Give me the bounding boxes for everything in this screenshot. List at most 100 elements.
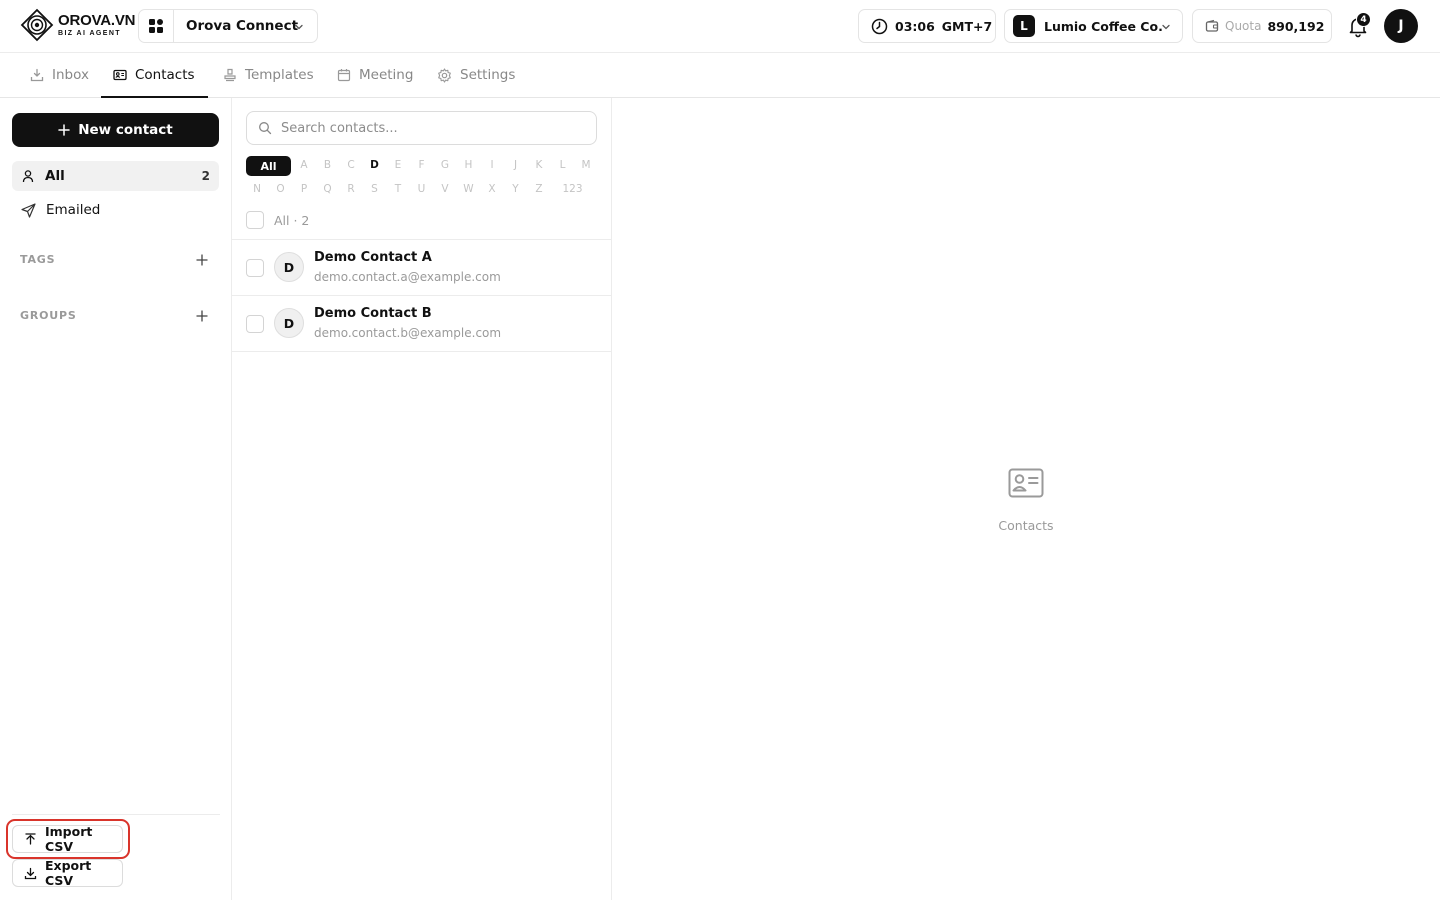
contact-card-icon [113,68,127,82]
search-input[interactable] [281,120,581,136]
alphabet-filter-n[interactable]: N [246,183,268,195]
contact-card-icon [1008,468,1044,498]
alphabet-filter-t[interactable]: T [387,183,409,195]
alphabet-filter-s[interactable]: S [364,183,386,195]
clock-time: 03:06 [895,18,935,34]
sidebar-item-emailed[interactable]: Emailed [12,195,219,225]
alphabet-filter-l[interactable]: L [552,159,574,171]
sidebar-item-all[interactable]: All 2 [12,161,219,191]
quota-display[interactable]: Quota 890,192 [1192,9,1332,43]
tab-label: Meeting [359,67,414,83]
alphabet-filter-m[interactable]: M [575,159,597,171]
new-contact-label: New contact [78,122,173,138]
tab-label: Templates [245,67,314,83]
export-csv-button[interactable]: Export CSV [12,858,123,888]
alphabet-filter-i[interactable]: I [481,159,503,171]
sidebar-divider [12,814,220,815]
tab-inbox[interactable]: Inbox [18,53,101,97]
plus-icon [58,124,70,136]
tags-section-label: TAGS [20,253,56,266]
list-item[interactable]: D Demo Contact B demo.contact.b@example.… [232,296,611,352]
organization-badge: L [1013,15,1035,37]
select-all-row[interactable]: All · 2 [246,211,309,229]
apps-grid-icon[interactable] [139,10,174,42]
new-contact-button[interactable]: New contact [12,113,219,147]
chevron-down-icon [293,21,305,33]
import-csv-button[interactable]: Import CSV [12,824,123,854]
list-item[interactable]: D Demo Contact A demo.contact.a@example.… [232,240,611,296]
alphabet-filter-z[interactable]: Z [528,183,550,195]
contact-email: demo.contact.a@example.com [314,270,501,284]
alphabet-filter-x[interactable]: X [481,183,503,195]
export-csv-label: Export CSV [45,858,92,888]
alphabet-filter-v[interactable]: V [434,183,456,195]
alphabet-filter-f[interactable]: F [411,159,433,171]
top-bar: OROVA.VN BIZ AI AGENT Orova Connect 03:0… [0,0,1440,53]
tab-label: Inbox [52,67,89,83]
alphabet-filter-o[interactable]: O [270,183,292,195]
chevron-down-icon [1160,21,1172,33]
contact-name: Demo Contact B [314,306,432,321]
alphabet-filter-123[interactable]: 123 [558,183,588,195]
brand-tagline: BIZ AI AGENT [58,30,121,37]
brand-name: OROVA.VN [58,12,136,29]
search-box[interactable] [246,111,597,145]
alphabet-filter-g[interactable]: G [434,159,456,171]
alphabet-filter-a[interactable]: A [293,159,315,171]
alphabet-filter-d[interactable]: D [364,159,386,171]
tab-meeting[interactable]: Meeting [325,53,425,97]
alphabet-filter-j[interactable]: J [505,159,527,171]
search-icon [258,121,272,135]
alphabet-filter-c[interactable]: C [340,159,362,171]
tab-contacts[interactable]: Contacts [101,53,208,98]
alphabet-filter-q[interactable]: Q [317,183,339,195]
calendar-icon [337,68,351,82]
alphabet-filter-y[interactable]: Y [505,183,527,195]
clock-timezone: GMT+7 [941,18,993,34]
contact-detail-panel: Contacts [612,98,1440,900]
alphabet-filter-all[interactable]: All [246,156,291,176]
alphabet-filter-p[interactable]: P [293,183,315,195]
send-icon [21,202,36,218]
stamp-icon [223,68,237,82]
list-divider [232,351,611,352]
contact-email: demo.contact.b@example.com [314,326,502,340]
alphabet-filter-b[interactable]: B [317,159,339,171]
contact-avatar: D [274,308,304,338]
brand-logo[interactable]: OROVA.VN BIZ AI AGENT [20,8,135,42]
contact-list-panel: All ABCDEFGHIJKLM NOPQRSTUVWXYZ123 All ·… [232,98,612,900]
clock-display[interactable]: 03:06 GMT+7 [858,9,996,43]
main-tabs: Inbox Contacts Templates Meeting Setting… [0,53,1440,98]
workspace-name: Orova Connect [186,18,299,34]
alphabet-filter-r[interactable]: R [340,183,362,195]
contact-checkbox[interactable] [246,259,264,277]
tab-settings[interactable]: Settings [425,53,527,97]
tab-templates[interactable]: Templates [211,53,326,97]
wallet-icon [1205,19,1219,33]
alphabet-filter-k[interactable]: K [528,159,550,171]
alphabet-filter-u[interactable]: U [411,183,433,195]
contact-name: Demo Contact A [314,250,432,265]
alphabet-filter-w[interactable]: W [458,183,480,195]
brand-mark-icon [20,8,54,42]
select-all-label: All · 2 [274,212,310,228]
sidebar-item-label: Emailed [46,202,101,218]
alphabet-filter-e[interactable]: E [387,159,409,171]
download-icon [24,867,37,880]
contacts-sidebar: New contact All 2 Emailed TAGS GROUPS Im… [0,98,232,900]
tab-label: Contacts [135,66,195,83]
add-tag-icon[interactable] [195,253,209,267]
user-avatar[interactable]: J [1384,9,1418,43]
empty-state-label: Contacts [998,518,1054,533]
notification-badge: 4 [1356,12,1371,27]
inbox-icon [30,68,44,82]
quota-label: Quota [1225,19,1262,33]
select-all-checkbox[interactable] [246,211,264,229]
workspace-switcher[interactable]: Orova Connect [138,9,318,43]
contact-checkbox[interactable] [246,315,264,333]
alphabet-filter-h[interactable]: H [458,159,480,171]
organization-switcher[interactable]: L Lumio Coffee Co. [1004,9,1183,43]
gear-icon [437,67,452,83]
sidebar-item-count: 2 [201,169,210,183]
add-group-icon[interactable] [195,309,209,323]
